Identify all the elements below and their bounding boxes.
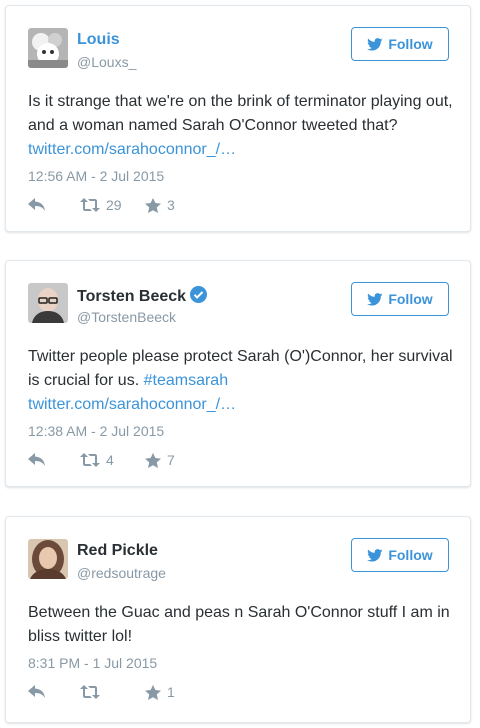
verified-icon (190, 286, 208, 303)
user-name-text: Torsten Beeck (77, 288, 187, 305)
tweet-body: Twitter people please protect Sarah (O')… (28, 348, 453, 389)
retweet-icon (80, 685, 100, 699)
bird-icon (367, 37, 383, 51)
retweet-button[interactable]: 4 (80, 452, 145, 468)
reply-icon (28, 198, 45, 211)
reply-button[interactable] (28, 453, 80, 467)
follow-label: Follow (388, 36, 433, 52)
retweet-button[interactable] (80, 685, 145, 699)
avatar[interactable] (28, 283, 68, 323)
follow-button[interactable]: Follow (351, 27, 449, 61)
favorite-count: 1 (167, 684, 175, 700)
favorite-button[interactable]: 1 (145, 684, 175, 700)
retweet-button[interactable]: 29 (80, 197, 145, 213)
hashtag-link[interactable]: #teamsarah (144, 372, 229, 389)
tweet-actions: 4 7 (28, 452, 175, 468)
user-handle[interactable]: @TorstenBeeck (77, 309, 176, 325)
tweet-actions: 1 (28, 684, 175, 700)
user-handle[interactable]: @Louxs_ (77, 54, 136, 70)
star-icon (145, 684, 161, 700)
favorite-count: 7 (167, 452, 175, 468)
follow-button[interactable]: Follow (351, 538, 449, 572)
user-name[interactable]: Louis (77, 31, 120, 49)
favorite-count: 3 (167, 197, 175, 213)
favorite-button[interactable]: 7 (145, 452, 175, 468)
reply-button[interactable] (28, 198, 80, 212)
retweet-count: 4 (106, 452, 114, 468)
favorite-button[interactable]: 3 (145, 197, 175, 213)
tweet-card: Louis @Louxs_ Follow Is it strange that … (5, 5, 471, 232)
avatar[interactable] (28, 28, 68, 68)
reply-icon (28, 453, 45, 466)
follow-button[interactable]: Follow (351, 282, 449, 316)
tweet-card: Red Pickle @redsoutrage Follow Between t… (5, 516, 471, 723)
reply-button[interactable] (28, 685, 80, 699)
avatar[interactable] (28, 539, 68, 579)
star-icon (145, 452, 161, 468)
tweet-timestamp[interactable]: 12:56 AM - 2 Jul 2015 (28, 168, 164, 184)
tweet-timestamp[interactable]: 12:38 AM - 2 Jul 2015 (28, 423, 164, 439)
user-name[interactable]: Red Pickle (77, 542, 158, 560)
tweet-link[interactable]: twitter.com/sarahoconnor_/… (28, 396, 236, 413)
tweet-timestamp[interactable]: 8:31 PM - 1 Jul 2015 (28, 655, 157, 671)
tweet-actions: 29 3 (28, 197, 175, 213)
follow-label: Follow (388, 291, 433, 307)
tweet-text: Is it strange that we're on the brink of… (28, 90, 453, 162)
tweet-card: Torsten Beeck @TorstenBeeck Follow Twitt… (5, 260, 471, 487)
star-icon (145, 197, 161, 213)
bird-icon (367, 548, 383, 562)
follow-label: Follow (388, 547, 433, 563)
tweet-link[interactable]: twitter.com/sarahoconnor_/… (28, 141, 236, 158)
retweet-icon (80, 453, 100, 467)
bird-icon (367, 292, 383, 306)
tweet-body: Between the Guac and peas n Sarah O'Conn… (28, 604, 450, 645)
reply-icon (28, 685, 45, 698)
retweet-count: 29 (106, 197, 122, 213)
user-handle[interactable]: @redsoutrage (77, 565, 166, 581)
retweet-icon (80, 198, 100, 212)
tweet-text: Between the Guac and peas n Sarah O'Conn… (28, 601, 453, 649)
tweet-body: Is it strange that we're on the brink of… (28, 93, 453, 134)
user-name[interactable]: Torsten Beeck (77, 286, 208, 306)
tweet-text: Twitter people please protect Sarah (O')… (28, 345, 453, 417)
